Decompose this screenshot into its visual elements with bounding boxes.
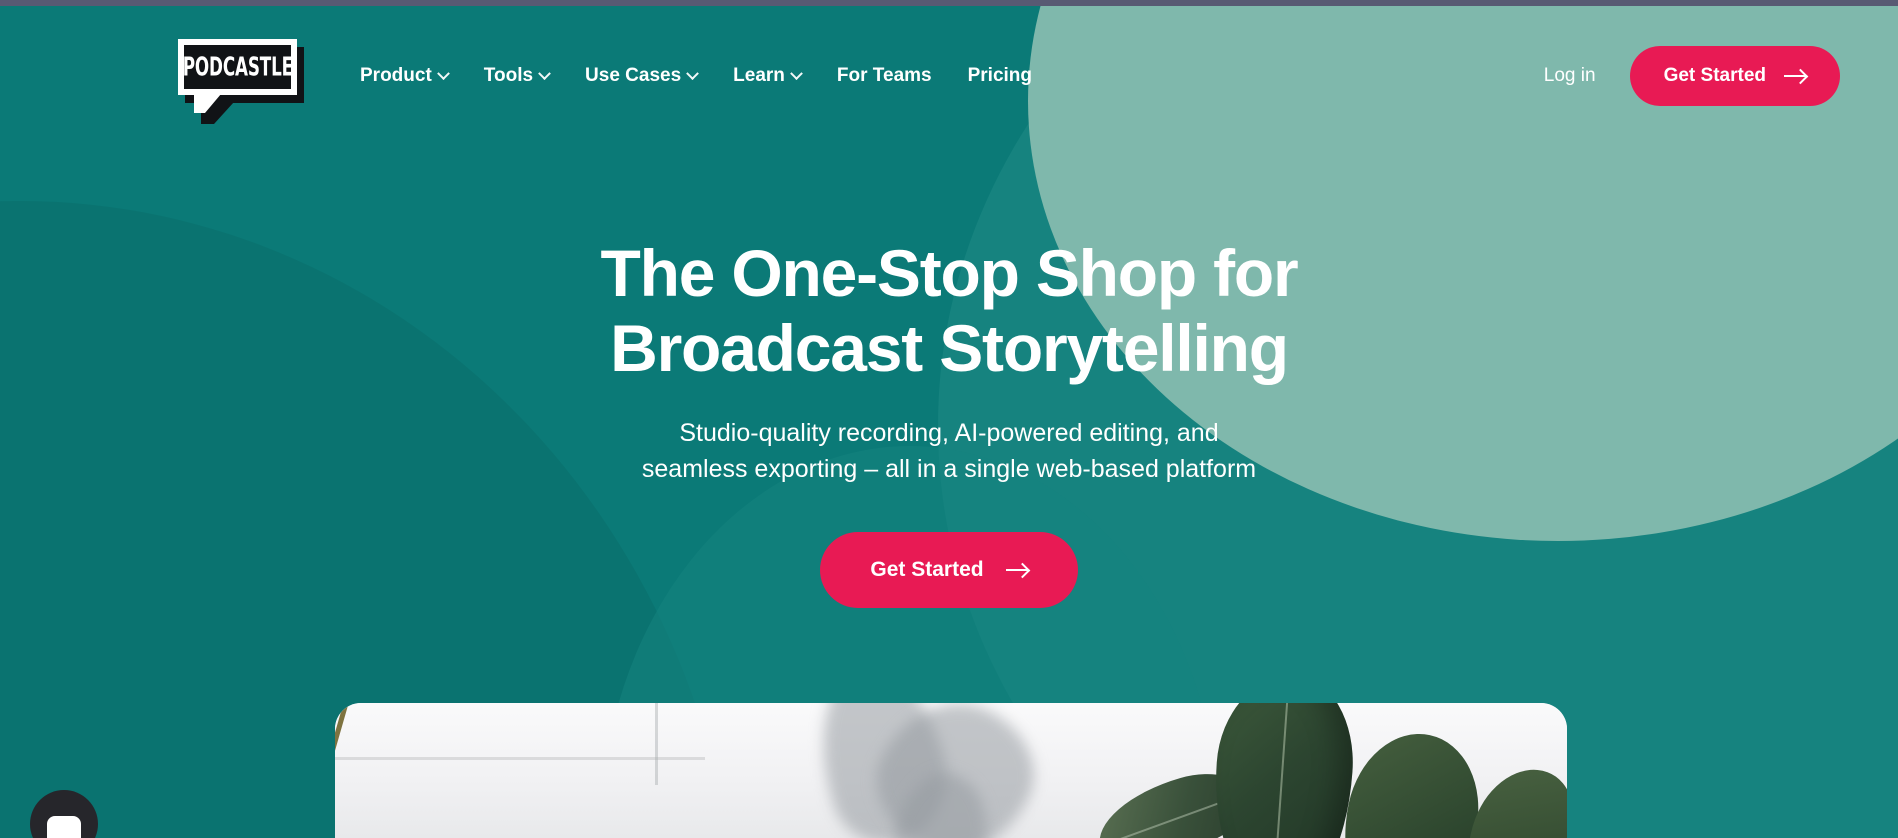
nav-label-product: Product xyxy=(360,65,432,86)
hero-subtitle-line-2: seamless exporting – all in a single web… xyxy=(641,454,1257,483)
header-cta-label: Get Started xyxy=(1663,65,1766,86)
site-header: PODCASTLE Product Tools Use Cases Learn xyxy=(0,6,1898,146)
login-link[interactable]: Log in xyxy=(1544,65,1596,87)
hero-section: The One-Stop Shop for Broadcast Storytel… xyxy=(0,236,1898,609)
chevron-down-icon xyxy=(686,66,700,80)
hero-cta-container: Get Started xyxy=(0,532,1898,609)
chat-widget-button[interactable] xyxy=(30,790,98,838)
nav-label-pricing: Pricing xyxy=(967,65,1033,86)
landing-page: PODCASTLE Product Tools Use Cases Learn xyxy=(0,6,1898,838)
arrow-right-icon xyxy=(1784,75,1806,77)
logo-inner-plate: PODCASTLE xyxy=(182,45,293,89)
hero-media-card xyxy=(335,703,1567,838)
nav-item-learn[interactable]: Learn xyxy=(733,65,803,87)
hero-get-started-button[interactable]: Get Started xyxy=(820,532,1078,609)
hero-title-line-2: Broadcast Storytelling xyxy=(610,311,1289,386)
arrow-right-icon xyxy=(1005,569,1028,572)
nav-item-tools[interactable]: Tools xyxy=(483,65,551,87)
chevron-down-icon xyxy=(436,66,450,80)
wall-seam-vertical xyxy=(655,703,659,785)
nav-label-learn: Learn xyxy=(733,65,785,86)
nav-item-product[interactable]: Product xyxy=(360,65,450,87)
logo-speech-bubble-icon: PODCASTLE xyxy=(178,39,297,113)
hero-cta-label: Get Started xyxy=(870,558,984,582)
logo-wordmark: PODCASTLE xyxy=(182,52,293,82)
browser-chrome-strip xyxy=(0,0,1898,6)
hero-title-line-1: The One-Stop Shop for xyxy=(600,236,1298,310)
plant-leaf xyxy=(1207,703,1359,838)
nav-label-tools: Tools xyxy=(483,65,534,86)
nav-label-use-cases: Use Cases xyxy=(585,65,682,86)
nav-item-pricing[interactable]: Pricing xyxy=(968,65,1032,87)
nav-item-use-cases[interactable]: Use Cases xyxy=(585,65,700,87)
nav-item-for-teams[interactable]: For Teams xyxy=(837,65,932,87)
hero-subtitle: Studio-quality recording, AI-powered edi… xyxy=(589,416,1309,487)
chat-bubble-icon xyxy=(47,816,81,838)
chevron-down-icon xyxy=(790,66,803,80)
primary-navigation: Product Tools Use Cases Learn For Teams … xyxy=(360,65,1032,87)
hero-title: The One-Stop Shop for Broadcast Storytel… xyxy=(519,236,1379,386)
hero-subtitle-line-1: Studio-quality recording, AI-powered edi… xyxy=(679,419,1219,448)
wall-seam-horizontal xyxy=(335,756,705,760)
header-actions: Log in Get Started xyxy=(1544,46,1840,106)
header-get-started-button[interactable]: Get Started xyxy=(1629,46,1840,106)
nav-label-for-teams: For Teams xyxy=(836,65,932,86)
chevron-down-icon xyxy=(538,66,551,80)
podcastle-logo[interactable]: PODCASTLE xyxy=(178,39,304,124)
